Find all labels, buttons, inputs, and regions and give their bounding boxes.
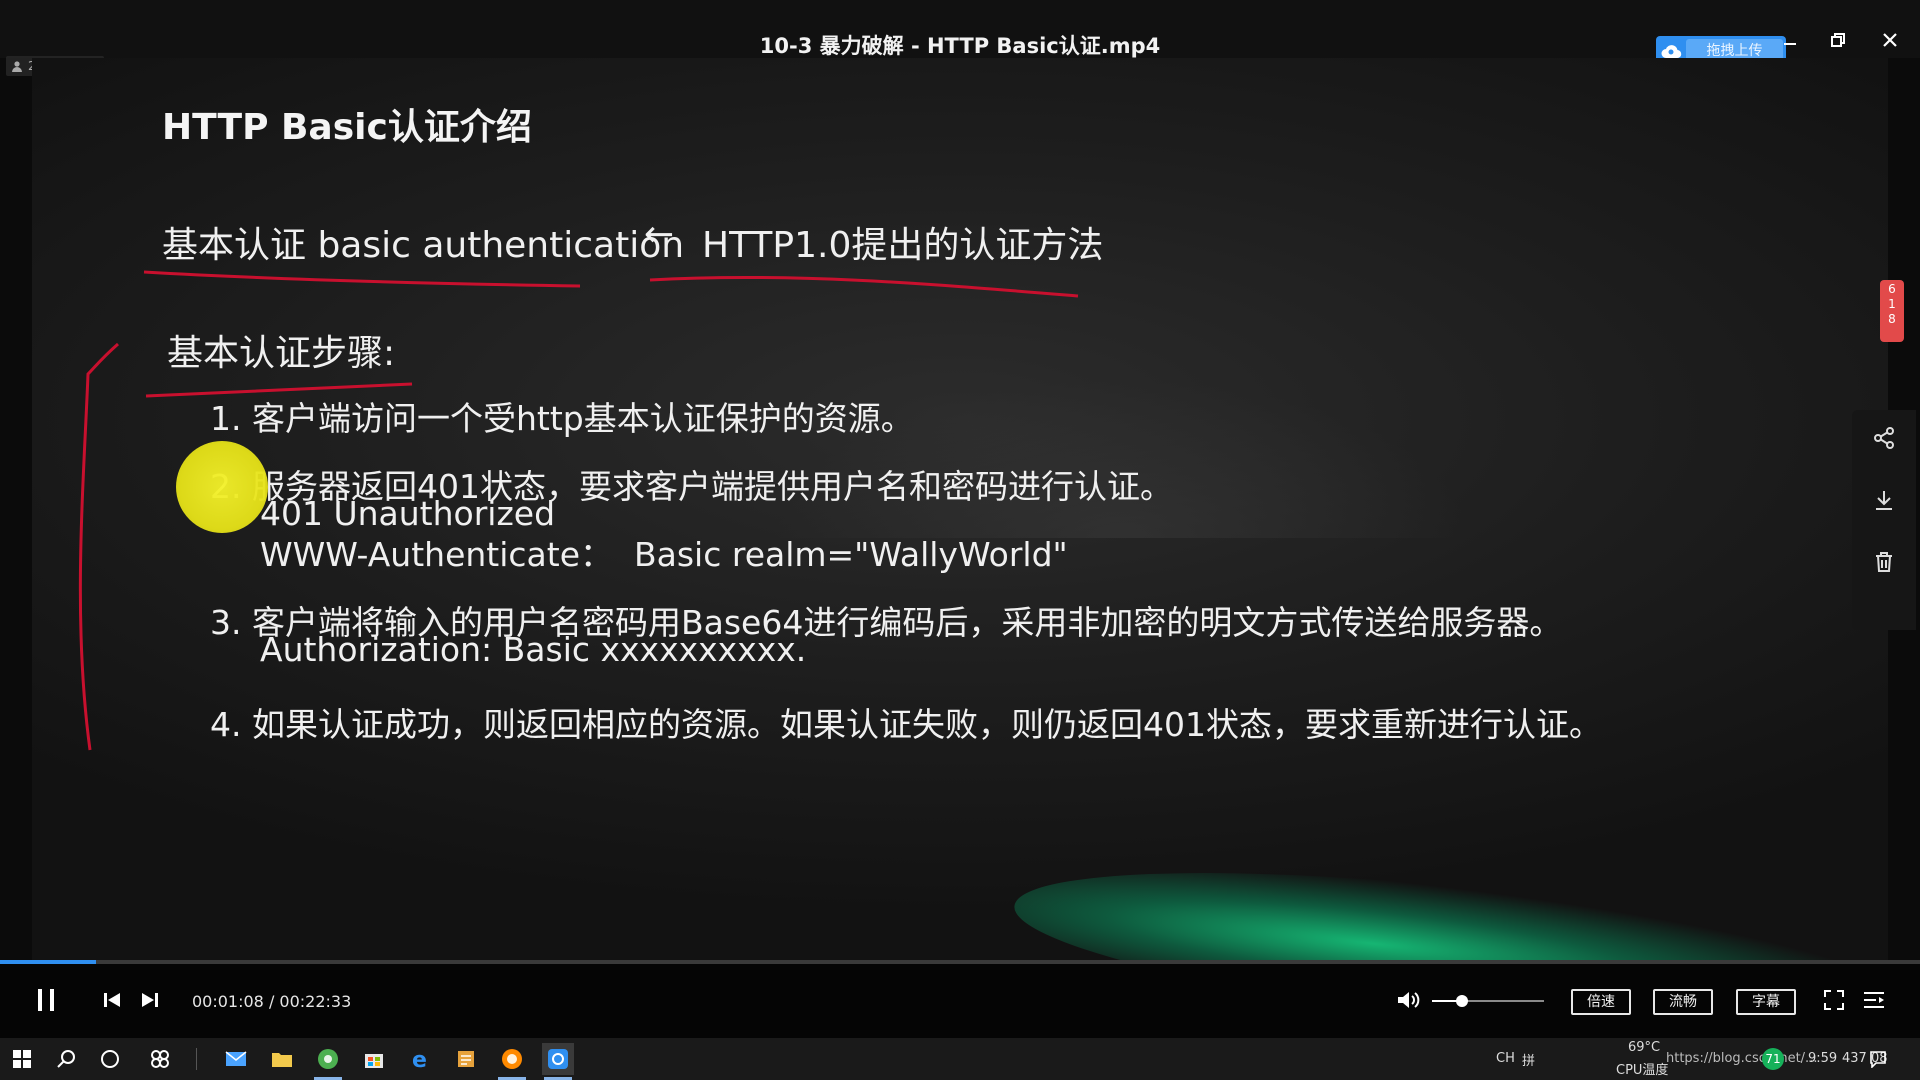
video-frame[interactable]: HTTP Basic认证介绍 基本认证 basic authentication…	[32, 58, 1888, 960]
folder-icon	[272, 1053, 292, 1067]
start-button[interactable]	[6, 1043, 38, 1075]
volume-button[interactable]	[1392, 984, 1424, 1016]
side-flag-digit: 8	[1888, 312, 1896, 326]
cpu-temp: 69°C	[1628, 1040, 1661, 1055]
orange-app-icon	[502, 1049, 522, 1069]
taskbar-divider	[196, 1048, 197, 1070]
title-bar: 10-3 暴力破解 - HTTP Basic认证.mp4 拖拽上传	[0, 0, 1920, 66]
skip-next-icon	[142, 993, 158, 1007]
ime-language[interactable]: CH	[1496, 1051, 1515, 1066]
notes-icon	[458, 1051, 474, 1067]
restore-button[interactable]	[1822, 24, 1854, 56]
video-title: 10-3 暴力破解 - HTTP Basic认证.mp4	[759, 34, 1161, 58]
browser-app-green[interactable]	[312, 1043, 344, 1080]
notification-icon	[1870, 1051, 1886, 1068]
volume-icon	[1398, 992, 1420, 1008]
timecode: 00:01:08 / 00:22:33	[192, 992, 352, 1011]
edge-icon: e	[412, 1048, 427, 1070]
side-flag-digit: 6	[1888, 282, 1896, 296]
side-toolbar	[1852, 410, 1916, 630]
notes-app[interactable]	[450, 1043, 482, 1075]
svg-text:e: e	[412, 1048, 427, 1070]
restore-icon	[1831, 33, 1845, 47]
tray-badge[interactable]: 71	[1762, 1048, 1784, 1070]
playlist-icon	[1864, 992, 1884, 1008]
url-watermark: https://blog.csdn.net/...	[1666, 1051, 1818, 1066]
cortana-button[interactable]	[94, 1043, 126, 1075]
mail-icon	[225, 1051, 247, 1066]
browser-green-icon	[318, 1049, 338, 1069]
share-button[interactable]	[1866, 420, 1902, 456]
windows-icon	[13, 1050, 31, 1068]
pause-button[interactable]	[30, 984, 62, 1016]
notification-button[interactable]	[1866, 1043, 1890, 1075]
volume-knob[interactable]	[1456, 995, 1469, 1007]
next-button[interactable]	[136, 986, 164, 1014]
fullscreen-icon	[1824, 990, 1844, 1010]
playlist-button[interactable]	[1858, 984, 1890, 1016]
store-icon	[365, 1054, 383, 1068]
search-icon	[57, 1050, 75, 1068]
file-explorer-app[interactable]	[266, 1043, 298, 1075]
mail-app[interactable]	[220, 1043, 252, 1075]
pause-icon	[38, 989, 54, 1011]
subtitle-button[interactable]: 字幕	[1736, 989, 1796, 1015]
video-player: 10-3 暴力破解 - HTTP Basic认证.mp4 拖拽上传 26238 …	[0, 0, 1920, 1038]
store-app[interactable]	[358, 1043, 390, 1075]
delete-button[interactable]	[1866, 544, 1902, 580]
windows-taskbar: e CH 拼 69°C CPU温度 https://blog.csdn.net/…	[0, 1038, 1920, 1080]
pointer-highlight	[176, 441, 268, 533]
task-view-icon	[151, 1050, 169, 1068]
trash-icon	[1876, 552, 1892, 572]
previous-button[interactable]	[98, 986, 126, 1014]
share-icon	[1874, 427, 1894, 449]
control-bar: 00:01:08 / 00:22:33 倍速 流畅 字幕	[0, 964, 1920, 1038]
download-button[interactable]	[1866, 482, 1902, 518]
task-view-button[interactable]	[144, 1043, 176, 1075]
skip-previous-icon	[104, 993, 120, 1007]
user-icon	[12, 60, 22, 72]
quality-button[interactable]: 流畅	[1653, 989, 1713, 1015]
minimize-icon	[1784, 43, 1796, 45]
side-flag-badge[interactable]: 618	[1880, 280, 1904, 342]
close-icon	[1883, 33, 1897, 47]
clock[interactable]: 9:59	[1808, 1051, 1837, 1066]
ime-mode[interactable]: 拼	[1522, 1050, 1535, 1069]
volume-slider[interactable]	[1432, 1000, 1544, 1002]
side-flag-digit: 1	[1888, 297, 1896, 311]
search-button[interactable]	[50, 1043, 82, 1075]
download-icon	[1876, 491, 1892, 510]
edge-app[interactable]: e	[404, 1043, 436, 1075]
speed-button[interactable]: 倍速	[1571, 989, 1631, 1015]
cortana-icon	[101, 1050, 119, 1068]
orange-app[interactable]	[496, 1043, 528, 1080]
fullscreen-button[interactable]	[1818, 984, 1850, 1016]
close-button[interactable]	[1874, 24, 1906, 56]
video-player-app[interactable]	[542, 1043, 574, 1080]
player-app-icon	[548, 1049, 568, 1069]
minimize-button[interactable]	[1774, 24, 1806, 56]
red-pen-annotations	[78, 270, 1079, 751]
cpu-temp-label: CPU温度	[1616, 1063, 1669, 1078]
